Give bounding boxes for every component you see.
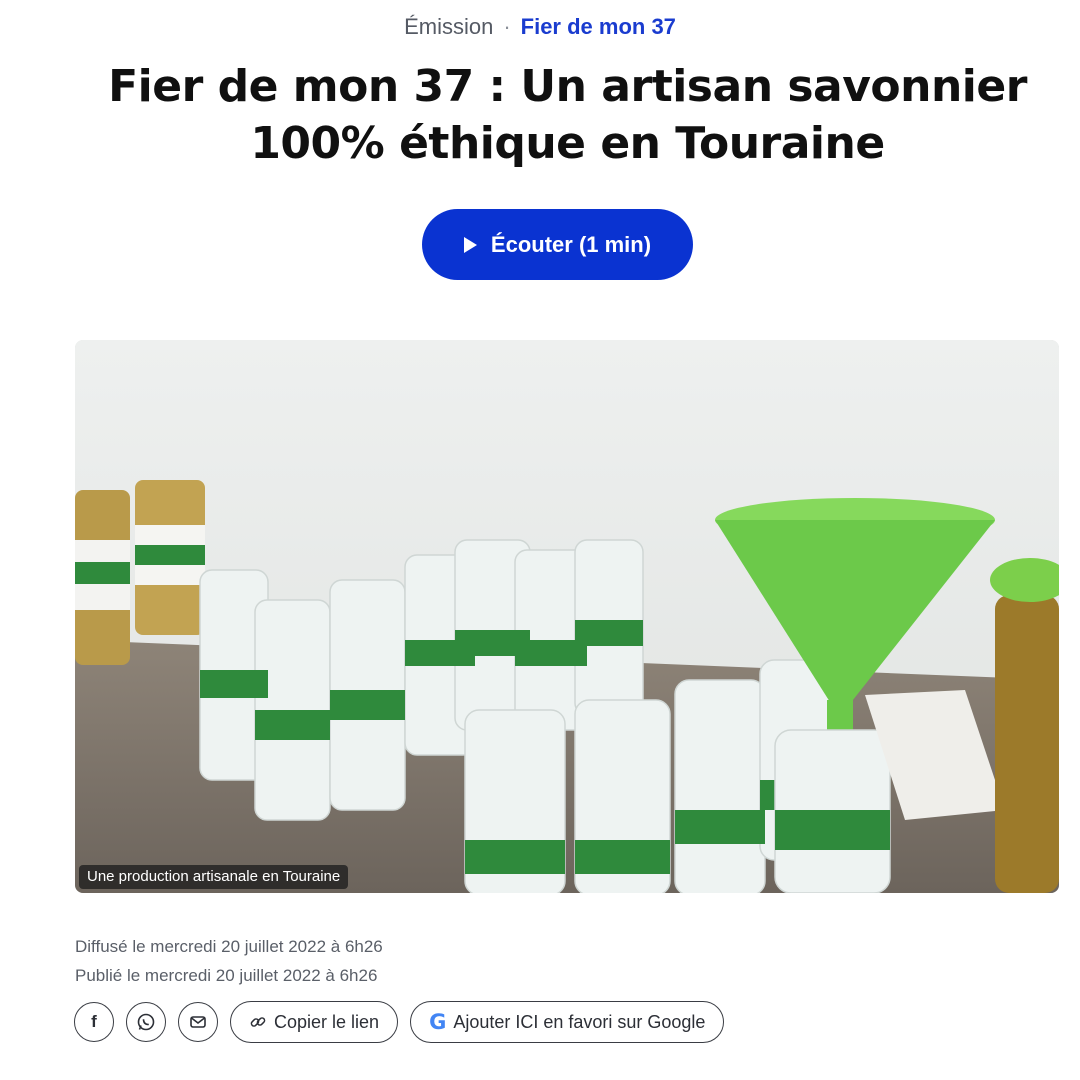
- article-meta: Diffusé le mercredi 20 juillet 2022 à 6h…: [75, 932, 383, 990]
- article-photo: Une production artisanale en Touraine: [75, 340, 1059, 893]
- photo-caption: Une production artisanale en Touraine: [79, 865, 349, 889]
- share-bar: f Copier le lien G Ajouter ICI en favori…: [74, 1001, 725, 1043]
- photo-illustration: [75, 340, 1059, 893]
- breadcrumb: Émission · Fier de mon 37: [0, 12, 1080, 42]
- kicker-separator: ·: [503, 14, 511, 39]
- facebook-share-button[interactable]: f: [74, 1002, 114, 1042]
- facebook-icon: f: [91, 1012, 97, 1031]
- mail-icon: [190, 1016, 206, 1028]
- broadcast-date: Diffusé le mercredi 20 juillet 2022 à 6h…: [75, 937, 383, 956]
- google-favorite-label: Ajouter ICI en favori sur Google: [453, 1011, 706, 1032]
- copy-link-label: Copier le lien: [274, 1011, 380, 1032]
- listen-button-label: Écouter (1 min): [490, 231, 652, 257]
- published-date: Publié le mercredi 20 juillet 2022 à 6h2…: [75, 966, 378, 985]
- link-icon: [250, 1017, 266, 1027]
- kicker-label: Émission: [404, 14, 494, 39]
- google-favorite-button[interactable]: G Ajouter ICI en favori sur Google: [410, 1001, 725, 1043]
- page-title: Fier de mon 37 : Un artisan savonnier 10…: [108, 61, 1027, 169]
- whatsapp-icon: [137, 1013, 155, 1031]
- listen-button[interactable]: Écouter (1 min): [422, 209, 693, 280]
- show-link[interactable]: Fier de mon 37: [521, 14, 676, 39]
- play-icon: [463, 236, 477, 253]
- whatsapp-share-button[interactable]: [126, 1002, 166, 1042]
- google-icon: G: [429, 1010, 447, 1034]
- copy-link-button[interactable]: Copier le lien: [230, 1001, 399, 1043]
- email-share-button[interactable]: [178, 1002, 218, 1042]
